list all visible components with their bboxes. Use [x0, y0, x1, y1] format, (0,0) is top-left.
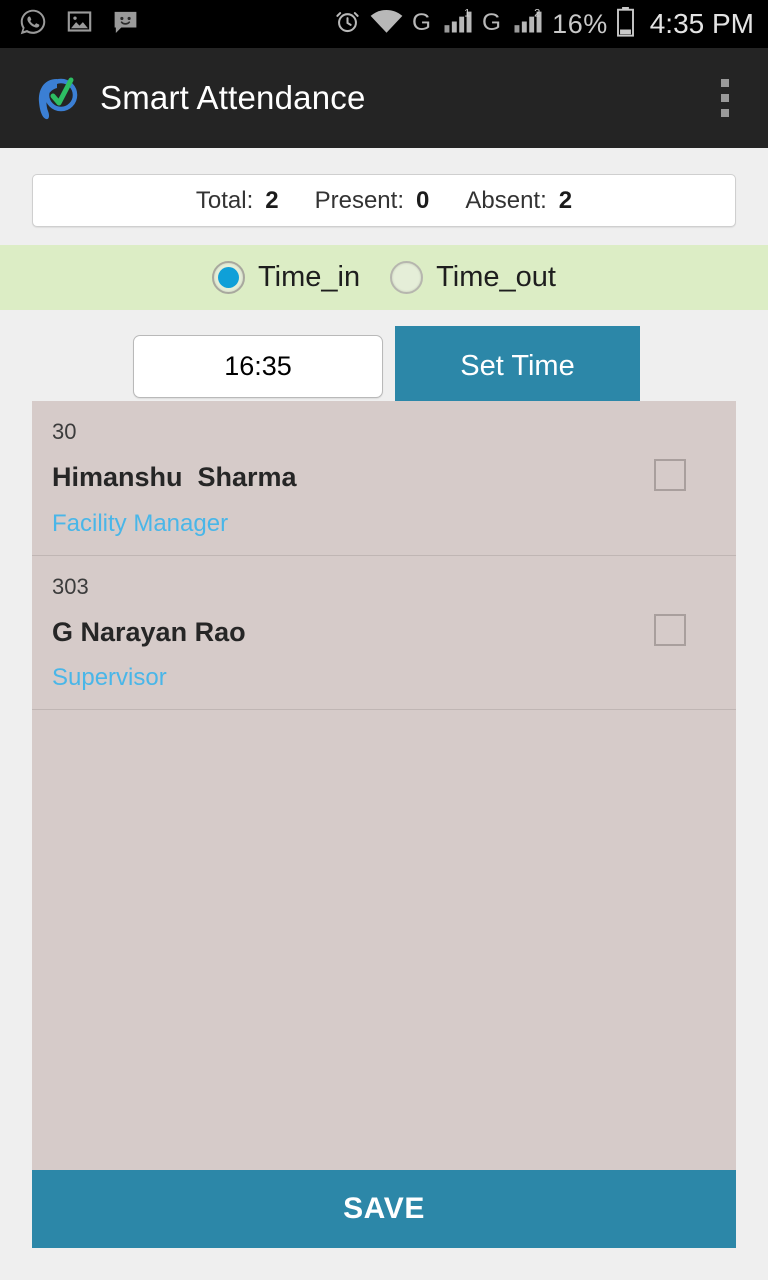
present-value: 0	[416, 186, 430, 214]
attendance-summary-card: Total: 2 Present: 0 Absent: 2	[32, 174, 736, 227]
gallery-icon	[66, 8, 93, 40]
overflow-dot	[721, 109, 729, 117]
time-input[interactable]: 16:35	[133, 334, 383, 398]
radio-option-time-in[interactable]: Time_in	[212, 261, 360, 294]
alarm-icon	[334, 8, 361, 40]
radio-option-time-out[interactable]: Time_out	[390, 261, 556, 294]
employee-list[interactable]: 30 Himanshu Sharma Facility Manager 303 …	[32, 401, 736, 1170]
total-value: 2	[265, 186, 279, 214]
app-screen: G 1 G 2 16% 4:35 PM Smart Attendance Tot…	[0, 0, 768, 1280]
app-bar: Smart Attendance	[0, 48, 768, 148]
battery-icon	[616, 6, 634, 42]
employee-id: 303	[52, 573, 89, 599]
absent-value: 2	[558, 186, 573, 214]
overflow-dot	[721, 94, 729, 102]
radio-selected-dot	[218, 267, 240, 288]
smart-attendance-logo-icon	[30, 69, 88, 127]
employee-role: Facility Manager	[52, 509, 229, 537]
employee-id: 30	[52, 419, 77, 444]
status-bar: G 1 G 2 16% 4:35 PM	[0, 0, 768, 48]
employee-role: Supervisor	[52, 664, 167, 692]
status-bar-clock: 4:35 PM	[649, 8, 754, 39]
radio-time-in-icon[interactable]	[212, 261, 246, 294]
total-label: Total:	[195, 186, 254, 214]
battery-percent-label: 16%	[552, 8, 608, 39]
whatsapp-icon	[18, 7, 48, 42]
gprs-sim2-icon: G	[482, 8, 504, 40]
time-controls-row: 16:35 Set Time	[0, 326, 768, 406]
present-stat: Present: 0	[315, 187, 430, 215]
svg-text:1: 1	[464, 8, 470, 20]
gprs-sim1-icon: G	[412, 8, 434, 40]
absent-label: Absent:	[465, 186, 547, 214]
absent-stat: Absent: 2	[465, 187, 572, 215]
wifi-icon	[370, 9, 403, 40]
present-label: Present:	[314, 186, 404, 214]
overflow-dot	[721, 79, 729, 87]
attendance-mode-group: Time_in Time_out	[0, 245, 768, 310]
status-bar-right-icons: G 1 G 2 16% 4:35 PM	[334, 6, 754, 42]
total-stat: Total: 2	[196, 187, 279, 215]
radio-time-out-label: Time_out	[436, 261, 556, 293]
save-button[interactable]: SAVE	[32, 1170, 736, 1248]
svg-text:2: 2	[534, 8, 540, 20]
svg-text:G: G	[482, 9, 501, 35]
employee-name: Himanshu Sharma	[52, 462, 297, 493]
table-row[interactable]: 303 G Narayan Rao Supervisor	[32, 556, 736, 711]
signal-sim2-icon: 2	[513, 8, 543, 40]
employee-name: G Narayan Rao	[52, 616, 246, 647]
signal-sim1-icon: 1	[443, 8, 473, 40]
messaging-icon	[111, 7, 140, 41]
set-time-button[interactable]: Set Time	[395, 326, 640, 406]
status-bar-left-icons	[18, 7, 140, 42]
attendance-checkbox[interactable]	[654, 459, 686, 491]
radio-time-in-label: Time_in	[258, 261, 361, 293]
radio-time-out-icon[interactable]	[390, 261, 424, 294]
svg-text:G: G	[412, 9, 431, 35]
overflow-menu-icon[interactable]	[698, 63, 752, 133]
summary-section: Total: 2 Present: 0 Absent: 2	[0, 148, 768, 227]
attendance-checkbox[interactable]	[654, 613, 686, 646]
page-title: Smart Attendance	[100, 79, 366, 116]
table-row[interactable]: 30 Himanshu Sharma Facility Manager	[32, 401, 736, 556]
